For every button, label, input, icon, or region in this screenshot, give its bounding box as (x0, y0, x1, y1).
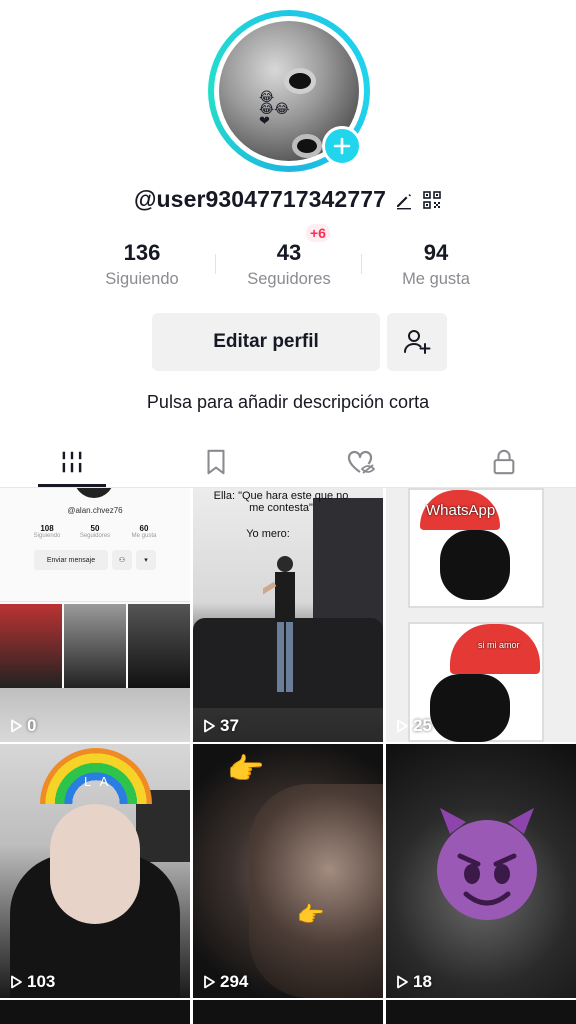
profile-avatar[interactable]: 😂 😂😂 ❤ (208, 10, 370, 172)
profile-stats: 136 Siguiendo 43 Seguidores +6 94 Me gus… (0, 224, 576, 298)
mini-thumbnail (128, 604, 190, 688)
view-count: 103 (9, 972, 55, 992)
play-icon (204, 719, 215, 733)
video-thumbnail-partial[interactable] (386, 1000, 576, 1024)
grid-icon (62, 451, 82, 473)
stat-divider (215, 254, 216, 274)
stat-value: 43 (276, 240, 302, 265)
video-thumbnail[interactable]: WhatsApp si mi amor 25 (386, 488, 576, 742)
thumbnail-person (263, 556, 295, 692)
video-thumbnail[interactable]: 👉 👉 294 (193, 744, 383, 998)
mini-stat: 108 Siguiendo (33, 524, 61, 539)
mini-dropdown-button: ▾ (136, 550, 156, 570)
overlay-text: WhatsApp (426, 502, 496, 519)
pointing-hand-sticker: 👉 (297, 902, 325, 927)
video-caption: Ella: "Que hara este que no me contesta" (213, 490, 349, 514)
tab-favorites[interactable] (144, 436, 288, 488)
stat-following[interactable]: 136 Siguiendo (72, 238, 212, 289)
add-user-icon (404, 330, 431, 354)
view-count: 25 (395, 716, 432, 736)
video-caption: Yo mero: (246, 528, 290, 540)
stat-value: 136 (123, 240, 161, 265)
video-thumbnail-partial[interactable] (0, 1000, 190, 1024)
stat-label: Seguidores (247, 270, 331, 288)
plus-icon (333, 137, 351, 155)
play-icon (11, 975, 22, 989)
add-friends-button[interactable] (387, 313, 447, 371)
bio-placeholder[interactable]: Pulsa para añadir descripción corta (0, 392, 576, 413)
play-icon (397, 719, 408, 733)
new-followers-badge: +6 (306, 224, 330, 242)
stat-followers[interactable]: 43 Seguidores (219, 238, 359, 289)
avatar-emoji-sticker: 😂 😂😂 ❤ (259, 89, 290, 128)
stat-value: 94 (423, 240, 449, 265)
tab-liked[interactable] (288, 436, 432, 488)
overlay-text: L A (84, 774, 112, 789)
video-thumbnail[interactable]: @alan.chvez76 108 Siguiendo 50 Seguidores … (0, 488, 190, 742)
mini-tabs (0, 588, 190, 602)
tab-videos[interactable] (0, 436, 144, 488)
username-row: @user93047717342777 (0, 186, 576, 213)
bookmark-icon (207, 449, 225, 475)
heart-hidden-icon (347, 450, 375, 474)
qr-code-icon[interactable] (422, 190, 442, 210)
devil-emoji-sticker (437, 808, 537, 920)
thumbnail-face (249, 784, 383, 998)
add-photo-button[interactable] (322, 126, 362, 166)
view-count: 37 (202, 716, 239, 736)
active-tab-indicator (38, 484, 106, 487)
thumbnail-face (50, 804, 140, 924)
edit-pencil-icon[interactable] (394, 190, 414, 210)
video-thumbnail[interactable]: Ella: "Que hara este que no me contesta"… (193, 488, 383, 742)
avatar-eye (289, 73, 311, 89)
view-count: 294 (202, 972, 248, 992)
stat-divider (361, 254, 362, 274)
mini-add-user-button: ⚇ (112, 550, 132, 570)
profile-tabs (0, 436, 576, 488)
mini-thumbnail (64, 604, 126, 688)
mini-message-button: Enviar mensaje (34, 550, 108, 570)
mini-thumbnail (0, 604, 62, 688)
video-thumbnail[interactable]: 18 (386, 744, 576, 998)
username: @user93047717342777 (134, 186, 386, 212)
view-count: 0 (9, 716, 36, 736)
play-icon (397, 975, 408, 989)
play-icon (204, 975, 215, 989)
tab-private[interactable] (432, 436, 576, 488)
video-thumbnail-partial[interactable] (193, 1000, 383, 1024)
edit-profile-button[interactable]: Editar perfil (152, 313, 380, 371)
mini-stat: 50 Seguidores (79, 524, 111, 539)
thumbnail-hair (430, 674, 510, 742)
play-icon (11, 719, 22, 733)
mini-stat: 60 Me gusta (131, 524, 157, 539)
mini-handle: @alan.chvez76 (67, 506, 123, 515)
thumbnail-hair (440, 530, 510, 600)
overlay-text: si mi amor (478, 640, 520, 650)
video-thumbnail[interactable]: L A 103 (0, 744, 190, 998)
stat-label: Siguiendo (105, 270, 179, 288)
avatar-eye (297, 139, 317, 153)
view-count: 18 (395, 972, 432, 992)
stat-label: Me gusta (402, 270, 470, 288)
mini-avatar (74, 488, 114, 498)
lock-icon (493, 449, 515, 475)
pointing-hand-sticker: 👉 (227, 753, 265, 786)
stat-likes[interactable]: 94 Me gusta (366, 238, 506, 289)
